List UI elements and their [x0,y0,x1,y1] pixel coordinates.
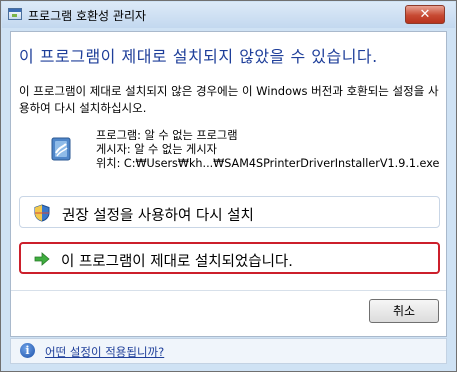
shield-icon [34,204,50,222]
program-publisher: 게시자: 알 수 없는 게시자 [96,143,217,156]
info-icon: i [20,343,35,358]
close-button[interactable]: ✕ [405,5,445,24]
green-arrow-icon [34,252,50,266]
window-title: 프로그램 호환성 관리자 [28,9,147,23]
installed-correctly-label: 이 프로그램이 제대로 설치되었습니다. [61,254,293,270]
reinstall-recommended-option[interactable]: 권장 설정을 사용하여 다시 설치 [19,196,440,228]
compatibility-assistant-icon [8,8,22,20]
dialog-window: 프로그램 호환성 관리자 ✕ 이 프로그램이 제대로 설치되지 않았을 수 있습… [0,0,457,372]
installed-correctly-option[interactable]: 이 프로그램이 제대로 설치되었습니다. [19,242,440,274]
reinstall-option-label: 권장 설정을 사용하여 다시 설치 [62,208,254,224]
description-text: 이 프로그램이 제대로 설치되지 않은 경우에는 이 Windows 버전과 호… [19,84,439,115]
program-name: 프로그램: 알 수 없는 프로그램 [96,129,238,142]
help-link[interactable]: 어떤 설정이 적용됩니까? [45,344,164,360]
cancel-button[interactable]: 취소 [369,299,439,323]
installer-icon [51,137,71,161]
dialog-content: 이 프로그램이 제대로 설치되지 않았을 수 있습니다. 이 프로그램이 제대로… [10,31,447,337]
title-bar: 프로그램 호환성 관리자 ✕ [2,2,455,28]
page-title: 이 프로그램이 제대로 설치되지 않았을 수 있습니다. [19,47,378,66]
divider [11,290,446,291]
footer-bar: i 어떤 설정이 적용됩니까? [10,338,447,364]
program-location: 위치: C:₩Users₩kh...₩SAM4SPrinterDriverIns… [96,157,440,170]
program-info: 프로그램: 알 수 없는 프로그램 게시자: 알 수 없는 게시자 위치: C:… [96,129,439,171]
